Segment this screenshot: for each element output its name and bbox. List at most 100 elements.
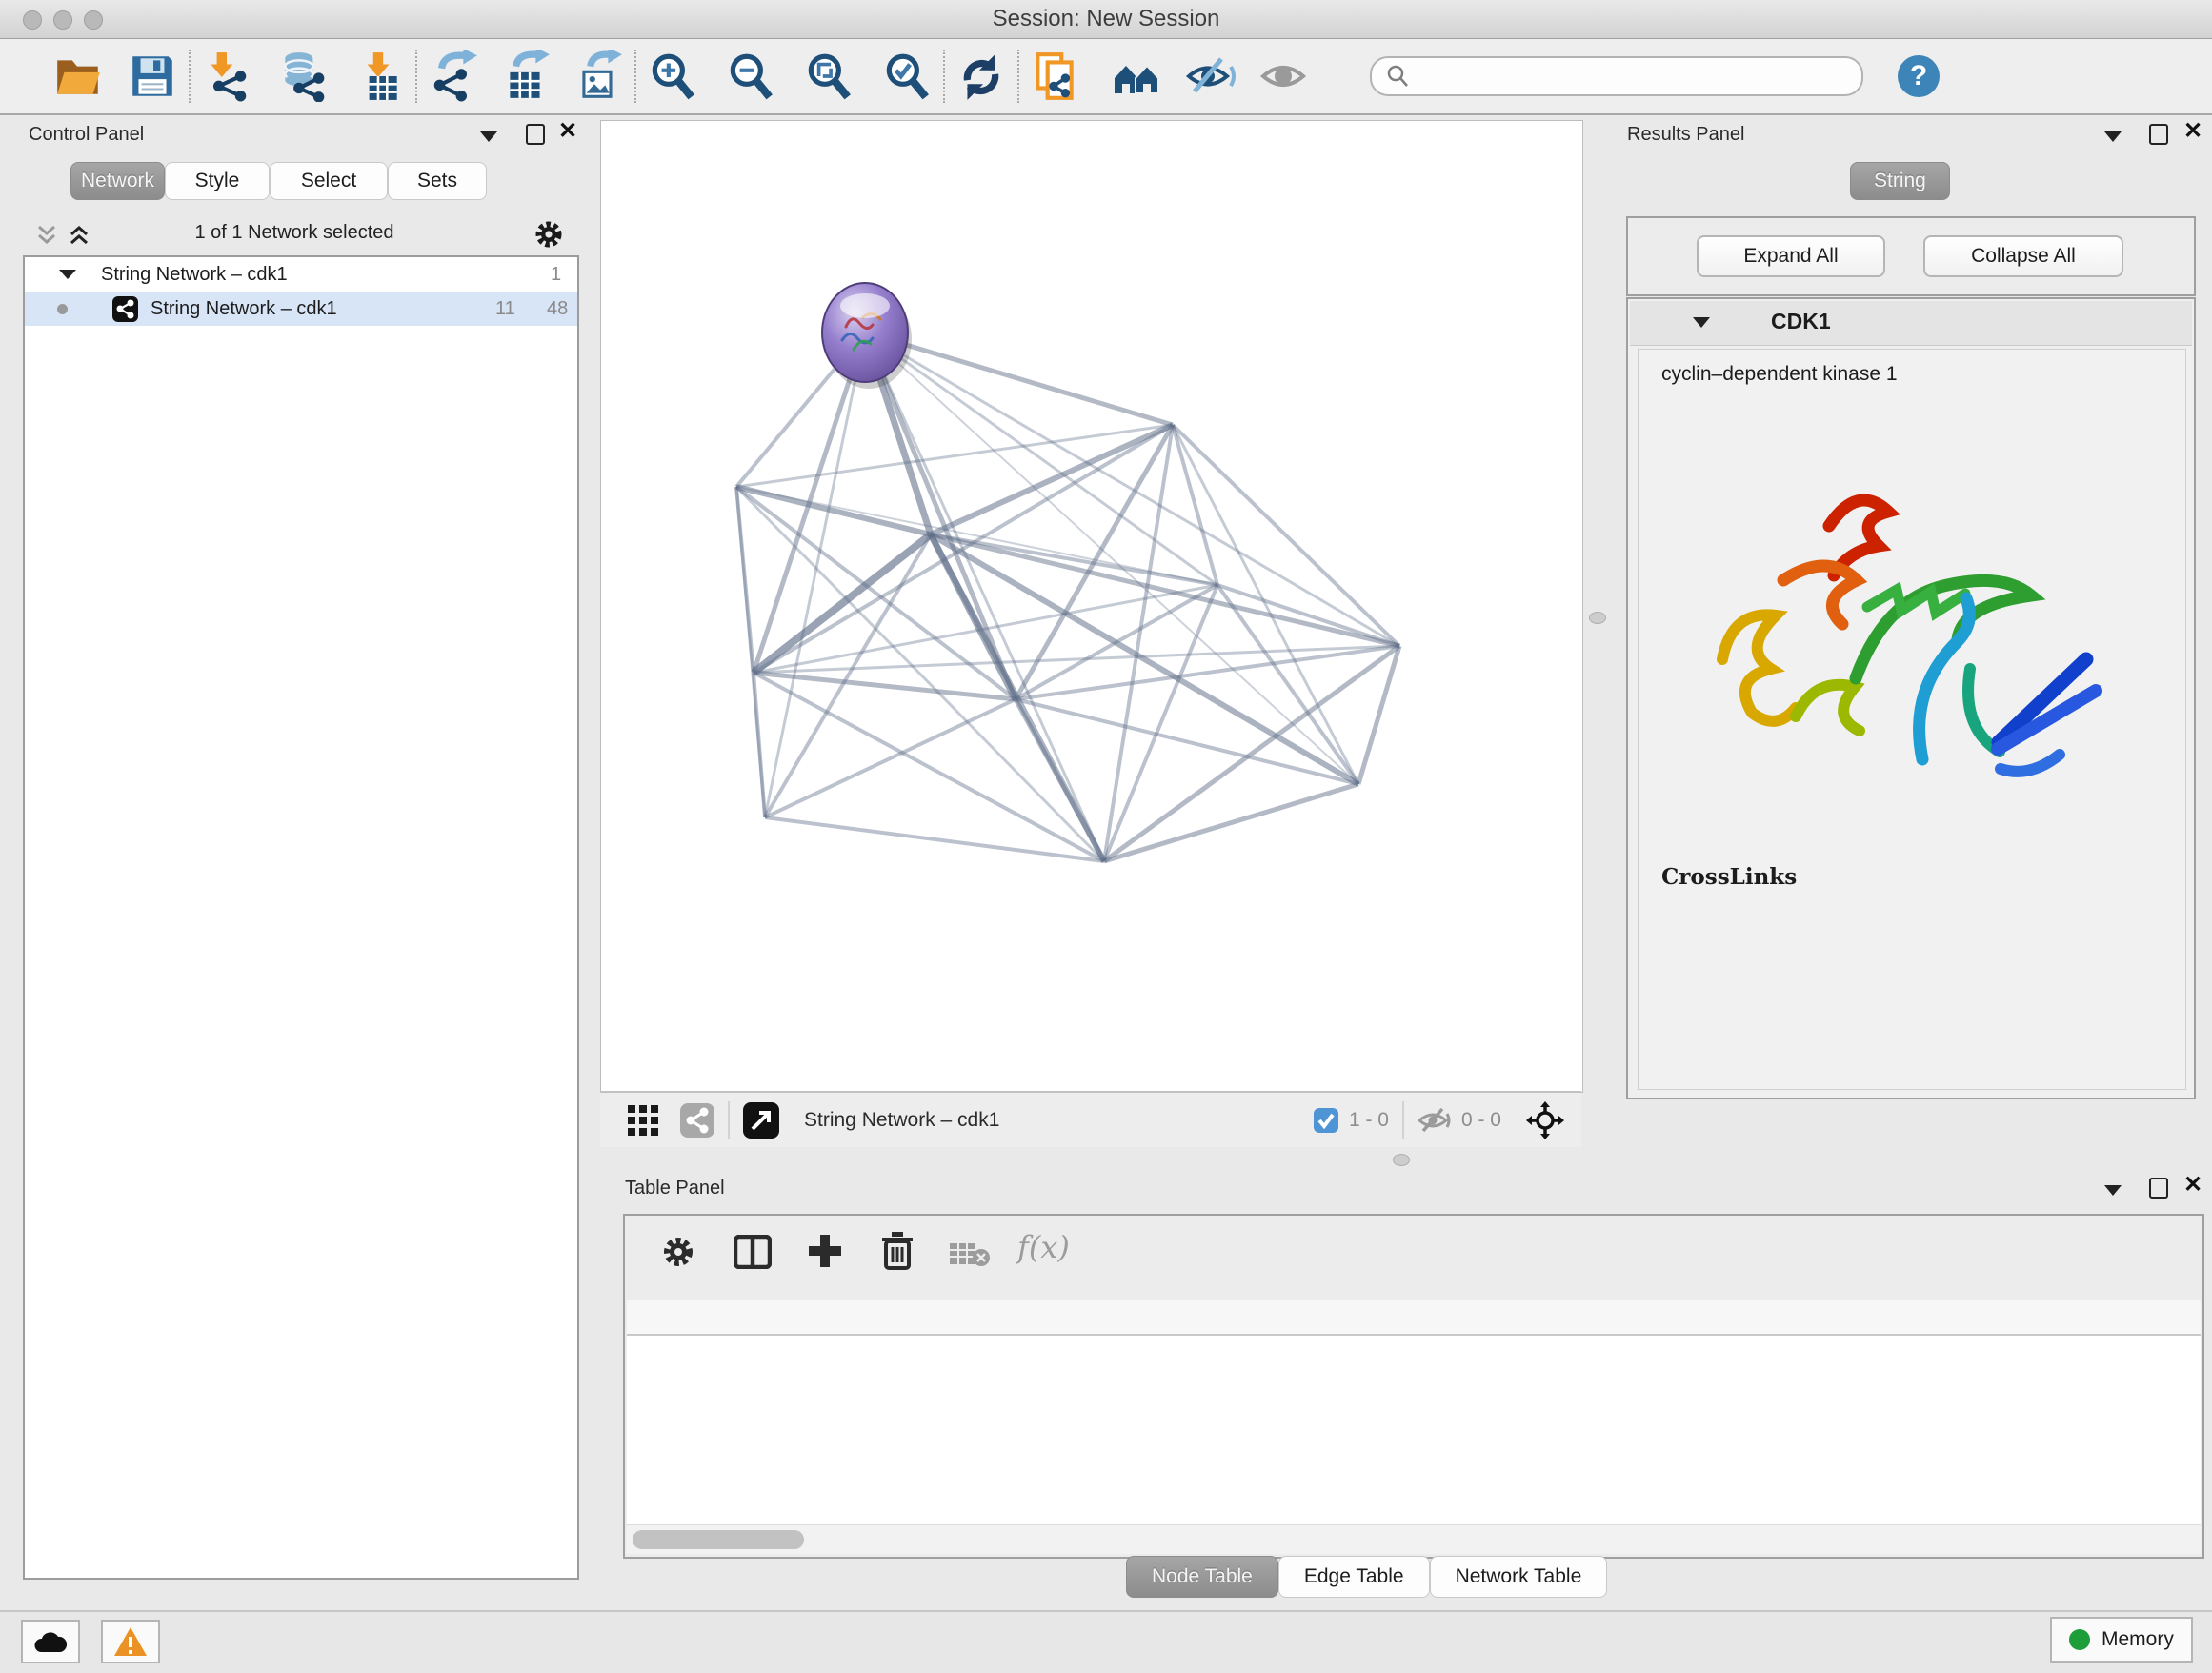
gene-details: cyclin–dependent kinase 1 CrossLinks	[1638, 349, 2186, 1090]
results-panel-close-button[interactable]: ✕	[2183, 122, 2202, 141]
crosslinks-heading: CrossLinks	[1661, 864, 1797, 890]
network-node-count: 11	[495, 292, 515, 326]
cloud-icon	[31, 1627, 70, 1656]
save-session-button[interactable]	[124, 48, 181, 105]
graph-edge[interactable]	[1104, 784, 1358, 861]
delete-table-icon	[949, 1240, 991, 1267]
cloud-button[interactable]	[21, 1620, 80, 1663]
string-network-icon	[112, 296, 138, 322]
tab-select[interactable]: Select	[270, 162, 388, 200]
vertical-splitter-grip[interactable]	[1589, 612, 1606, 624]
network-row[interactable]: String Network – cdk1 11 48	[25, 292, 577, 326]
memory-button[interactable]: Memory	[2050, 1617, 2193, 1663]
results-panel-title: Results Panel	[1627, 124, 1744, 146]
network-view-toolbar: String Network – cdk1 1 - 0 0 - 0	[600, 1091, 1581, 1147]
tab-network[interactable]: Network	[70, 162, 165, 200]
collapse-all-button[interactable]: Collapse All	[1923, 235, 2123, 277]
horizontal-splitter-grip[interactable]	[1393, 1154, 1410, 1166]
table-panel-collapse-button[interactable]	[2104, 1183, 2122, 1200]
graph-edge[interactable]	[1358, 646, 1399, 784]
control-panel-close-button[interactable]: ✕	[558, 122, 577, 141]
protein-structure-image	[1677, 435, 2124, 836]
control-panel: Control Panel ✕ NetworkStyleSelectSets 1…	[8, 116, 581, 1602]
refresh-button[interactable]	[953, 48, 1010, 105]
import-network-icon	[201, 50, 252, 102]
tab-style[interactable]: Style	[165, 162, 270, 200]
zoom-selected-icon	[881, 50, 933, 102]
tab-node-table[interactable]: Node Table	[1126, 1556, 1278, 1598]
node-table	[627, 1300, 2201, 1524]
help-button[interactable]: ?	[1898, 55, 1940, 97]
warning-button[interactable]	[101, 1620, 160, 1663]
expand-all-button[interactable]: Expand All	[1697, 235, 1885, 277]
table-panel-close-button[interactable]: ✕	[2183, 1176, 2202, 1195]
import-table-button[interactable]	[351, 48, 408, 105]
collection-name: String Network – cdk1	[101, 257, 288, 292]
tab-sets[interactable]: Sets	[388, 162, 487, 200]
table-header-row	[627, 1300, 2201, 1336]
hide-edges-button[interactable]	[1183, 48, 1240, 105]
table-row[interactable]	[627, 1336, 2201, 1372]
table-horizontal-scrollbar[interactable]	[627, 1524, 2201, 1554]
open-session-button[interactable]	[50, 48, 107, 105]
toolbar-search-input[interactable]	[1370, 56, 1863, 96]
add-column-icon[interactable]	[807, 1233, 843, 1269]
graph-edge[interactable]	[865, 333, 1104, 861]
graph-edge[interactable]	[765, 817, 1104, 861]
columns-icon[interactable]	[734, 1235, 772, 1269]
network-options-gear-icon[interactable]	[533, 219, 564, 250]
houses-icon	[1111, 50, 1164, 102]
trash-icon[interactable]	[880, 1231, 915, 1271]
graph-edge[interactable]	[736, 487, 1217, 585]
tab-network-table[interactable]: Network Table	[1430, 1556, 1608, 1598]
results-panel-collapse-button[interactable]	[2104, 130, 2122, 147]
tab-string[interactable]: String	[1850, 162, 1950, 200]
function-builder-icon: f(x)	[1017, 1229, 1070, 1265]
graph-edge[interactable]	[865, 333, 1358, 784]
import-network-database-button[interactable]	[274, 48, 332, 105]
share-view-icon[interactable]	[680, 1103, 714, 1138]
scrollbar-thumb[interactable]	[633, 1530, 804, 1549]
network-collection-row[interactable]: String Network – cdk1 1	[25, 257, 577, 292]
crosshair-icon[interactable]	[1526, 1101, 1564, 1139]
duplicate-network-button[interactable]	[1027, 48, 1084, 105]
graph-edge[interactable]	[754, 673, 765, 817]
show-graphics-button[interactable]	[1256, 48, 1313, 105]
table-panel-float-button[interactable]	[2149, 1178, 2168, 1199]
import-network-button[interactable]	[198, 48, 255, 105]
zoom-selected-button[interactable]	[878, 48, 935, 105]
graph-edge[interactable]	[765, 699, 1016, 817]
graph-node-ccnb2[interactable]	[822, 283, 912, 389]
houses-button[interactable]	[1109, 48, 1166, 105]
title-bar: Session: New Session	[0, 0, 2212, 39]
zoom-fit-button[interactable]	[800, 48, 857, 105]
eye-icon	[1257, 50, 1311, 102]
zoom-in-button[interactable]	[644, 48, 701, 105]
table-gear-icon[interactable]	[661, 1235, 695, 1269]
export-table-button[interactable]	[497, 48, 554, 105]
graph-edge[interactable]	[754, 534, 931, 673]
network-name: String Network – cdk1	[151, 292, 337, 326]
status-bar: Memory	[0, 1610, 2212, 1673]
control-panel-title: Control Panel	[29, 124, 144, 146]
control-panel-float-button[interactable]	[526, 124, 545, 145]
network-graph	[601, 121, 1582, 1092]
control-panel-collapse-button[interactable]	[480, 130, 497, 147]
hidden-eye-icon[interactable]	[1418, 1106, 1452, 1135]
network-canvas[interactable]	[600, 120, 1583, 1093]
tab-edge-table[interactable]: Edge Table	[1278, 1556, 1430, 1598]
grid-icon[interactable]	[627, 1104, 659, 1137]
zoom-out-button[interactable]	[722, 48, 779, 105]
graph-edge[interactable]	[865, 333, 1399, 646]
export-network-button[interactable]	[425, 48, 482, 105]
selected-checkbox-icon[interactable]	[1313, 1107, 1339, 1134]
gene-section-header[interactable]: CDK1	[1630, 301, 2192, 346]
export-image-button[interactable]	[570, 48, 627, 105]
results-panel: Results Panel ✕ String Expand All Collap…	[1619, 114, 2204, 1172]
table-box: f(x)	[623, 1214, 2204, 1559]
results-panel-float-button[interactable]	[2149, 124, 2168, 145]
graph-edge[interactable]	[931, 534, 1399, 646]
external-view-icon[interactable]	[743, 1102, 779, 1139]
network-list: String Network – cdk1 1 String Network –…	[23, 255, 579, 1580]
network-view-title: String Network – cdk1	[804, 1109, 999, 1132]
